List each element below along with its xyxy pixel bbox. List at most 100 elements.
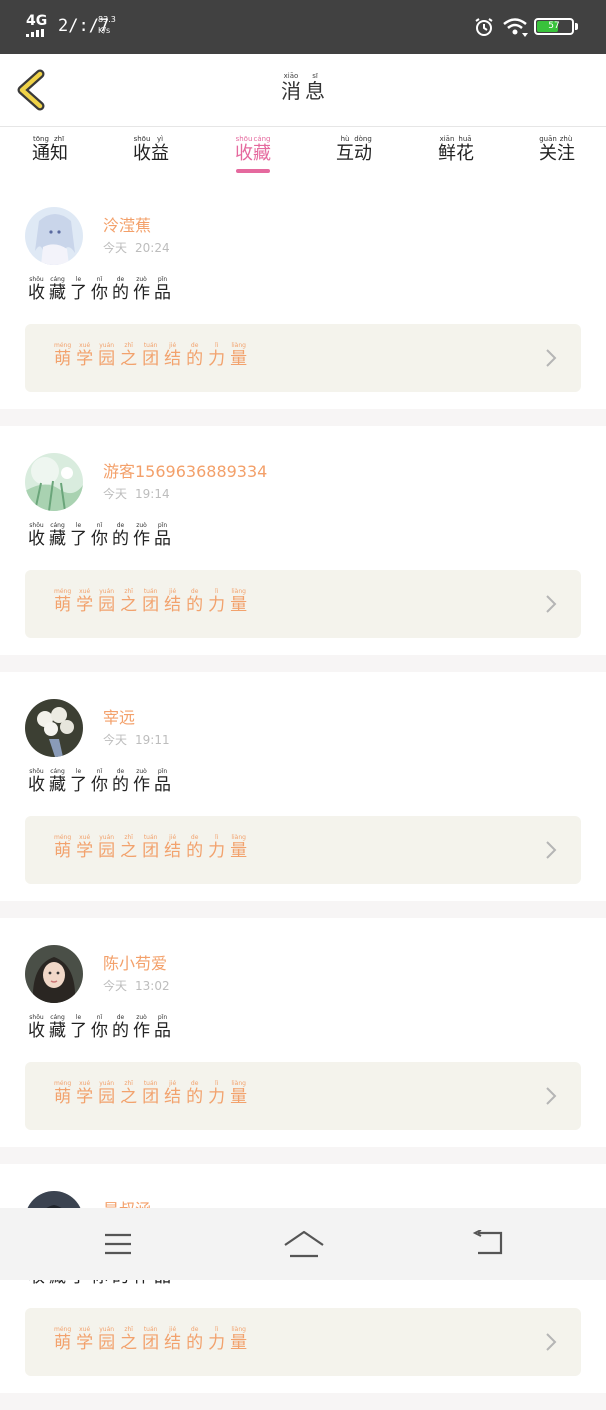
hanzi: 品 — [154, 283, 171, 303]
action-char: 的de — [112, 276, 129, 303]
pinyin-annotation: xué — [76, 1326, 94, 1333]
work-link[interactable]: 萌méng学xué园yuán之zhī团tuán结jié的de力lì量liàng — [25, 1062, 581, 1130]
username[interactable]: 宰远 — [103, 704, 135, 728]
hanzi: 关 — [539, 143, 557, 164]
hanzi: 团 — [142, 349, 160, 369]
hanzi: 藏 — [49, 1021, 66, 1041]
action-char: 作zuò — [133, 522, 150, 549]
work-title-char: 结jié — [164, 1326, 182, 1353]
pinyin-annotation: yuán — [98, 1080, 116, 1087]
hanzi: 萌 — [54, 1087, 72, 1107]
divider — [0, 655, 606, 672]
avatar[interactable] — [25, 945, 83, 1003]
tab-5[interactable]: 关guān注zhù — [507, 135, 606, 165]
message-card[interactable]: 游客1569636889334 今天 19:14 收shōu藏cáng了le你nǐ的d… — [0, 426, 606, 655]
work-title-char: 力lì — [208, 1080, 225, 1107]
hanzi: 品 — [154, 529, 171, 549]
hanzi: 收 — [28, 529, 45, 549]
system-nav-bar — [0, 1208, 606, 1280]
pinyin-annotation: nǐ — [91, 1014, 108, 1021]
network-type: 4G — [26, 13, 48, 29]
pinyin-annotation: nǐ — [91, 276, 108, 283]
chevron-right-icon — [546, 1087, 557, 1105]
avatar[interactable] — [25, 207, 83, 265]
action-char: 作zuò — [133, 276, 150, 303]
message-time: 今天 19:14 — [103, 485, 170, 502]
work-title-char: 之zhī — [120, 588, 138, 615]
hanzi: 结 — [164, 841, 182, 861]
username[interactable]: 泠滢蕉 — [103, 212, 151, 236]
work-title-char: 学xué — [76, 342, 93, 369]
action-char: 了le — [70, 276, 87, 303]
pinyin-annotation: tuán — [142, 1080, 160, 1087]
action-text: 收shōu藏cáng了le你nǐ的de作zuò品pǐn — [28, 1014, 175, 1041]
hanzi: 结 — [164, 1333, 182, 1353]
work-title-char: 之zhī — [120, 342, 137, 369]
work-title-char: 团tuán — [142, 588, 159, 615]
hanzi: 力 — [208, 349, 226, 369]
pinyin-annotation: de — [186, 588, 204, 595]
tab-1[interactable]: 收shōu益yì — [101, 135, 201, 165]
message-card[interactable]: 泠滢蕉 今天 20:24 收shōu藏cáng了le你nǐ的de作zuò品pǐn 萌mé… — [0, 180, 606, 409]
hanzi: 消 — [281, 79, 301, 103]
date-label: 今天 — [103, 487, 128, 501]
hanzi: 之 — [120, 595, 138, 615]
pinyin-annotation: yuán — [98, 1326, 116, 1333]
pinyin-annotation: shōu — [235, 135, 253, 143]
tab-char: 通tōng — [32, 135, 50, 164]
work-title-char: 萌méng — [54, 588, 71, 615]
pinyin-annotation: zhī — [120, 834, 138, 841]
back-arrow-icon[interactable] — [472, 1230, 504, 1256]
pinyin-annotation: de — [112, 768, 129, 775]
hanzi: 萌 — [54, 1333, 72, 1353]
hanzi: 你 — [91, 529, 108, 549]
work-link[interactable]: 萌méng学xué园yuán之zhī团tuán结jié的de力lì量liàng — [25, 324, 581, 392]
pinyin-annotation: cáng — [49, 1014, 66, 1021]
tab-char: 收shōu — [133, 135, 151, 164]
username[interactable]: 陈小苟爱 — [103, 950, 167, 974]
action-char: 收shōu — [28, 1014, 45, 1041]
action-char: 作zuò — [133, 768, 150, 795]
wifi-icon — [503, 18, 528, 37]
hanzi: 量 — [230, 1087, 248, 1107]
avatar[interactable] — [25, 699, 83, 757]
avatar[interactable] — [25, 453, 83, 511]
work-link[interactable]: 萌méng学xué园yuán之zhī团tuán结jié的de力lì量liàng — [25, 816, 581, 884]
hanzi: 学 — [76, 1333, 94, 1353]
work-link[interactable]: 萌méng学xué园yuán之zhī团tuán结jié的de力lì量liàng — [25, 570, 581, 638]
hanzi: 园 — [98, 1087, 116, 1107]
message-card[interactable]: 宰远 今天 19:11 收shōu藏cáng了le你nǐ的de作zuò品pǐn 萌mén… — [0, 672, 606, 901]
pinyin-annotation: de — [112, 276, 129, 283]
tab-0[interactable]: 通tōng知zhī — [0, 135, 100, 165]
home-icon[interactable] — [282, 1228, 326, 1260]
hanzi: 作 — [133, 529, 150, 549]
pinyin-annotation: tuán — [142, 1326, 160, 1333]
message-card[interactable]: 陈小苟爱 今天 13:02 收shōu藏cáng了le你nǐ的de作zuò品pǐn 萌m… — [0, 918, 606, 1147]
work-title-char: 学xué — [76, 588, 93, 615]
action-char: 你nǐ — [91, 768, 108, 795]
pinyin-annotation: pǐn — [154, 276, 171, 283]
work-title-char: 的de — [186, 1080, 203, 1107]
hanzi: 收 — [235, 143, 253, 164]
work-title-char: 力lì — [208, 834, 226, 861]
work-title-char: 之zhī — [120, 1326, 137, 1353]
tab-char: 关guān — [539, 135, 557, 164]
pinyin-annotation: zhī — [50, 135, 68, 143]
page-title: 消xiāo息sī — [0, 72, 606, 104]
pinyin-annotation: méng — [54, 342, 72, 349]
hanzi: 你 — [91, 1021, 108, 1041]
work-link[interactable]: 萌méng学xué园yuán之zhī团tuán结jié的de力lì量liàng — [25, 1308, 581, 1376]
menu-icon[interactable] — [104, 1232, 132, 1256]
work-title-char: 结jié — [164, 834, 182, 861]
tab-3[interactable]: 互hù动dòng — [304, 135, 404, 165]
action-text: 收shōu藏cáng了le你nǐ的de作zuò品pǐn — [28, 276, 175, 303]
hanzi: 作 — [133, 283, 150, 303]
pinyin-annotation: hù — [336, 135, 354, 143]
pinyin-annotation: shōu — [28, 522, 45, 529]
tab-4[interactable]: 鲜xiān花huā — [406, 135, 506, 165]
hanzi: 力 — [208, 841, 226, 861]
username[interactable]: 游客1569636889334 — [103, 458, 267, 482]
tab-2[interactable]: 收shōu藏cáng — [203, 135, 303, 165]
tab-char: 注zhù — [557, 135, 575, 164]
tab-char: 收shōu — [235, 135, 253, 164]
